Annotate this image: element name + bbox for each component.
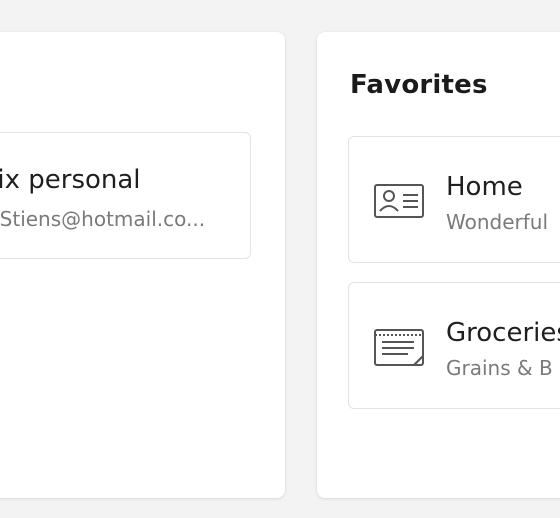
favorites-heading: Favorites: [350, 70, 488, 100]
accounts-panel: flix personal e.Stiens@hotmail.co...: [0, 32, 285, 498]
account-card[interactable]: flix personal e.Stiens@hotmail.co...: [0, 132, 251, 259]
contact-card-icon: [374, 181, 424, 221]
app-window: flix personal e.Stiens@hotmail.co... Fav…: [0, 0, 560, 518]
favorites-panel: Favorites Home Wonderful Groceries Grain…: [317, 32, 560, 498]
favorite-item-title: Home: [446, 172, 523, 202]
account-card-email: e.Stiens@hotmail.co...: [0, 207, 206, 231]
note-icon: [374, 327, 424, 367]
favorite-item-subtitle: Wonderful: [446, 210, 549, 234]
favorite-item-subtitle: Grains & B: [446, 356, 553, 380]
favorite-item-title: Groceries: [446, 318, 560, 348]
favorite-item-groceries[interactable]: Groceries Grains & B: [348, 282, 560, 409]
account-card-title: flix personal: [0, 165, 141, 195]
favorite-item-home[interactable]: Home Wonderful: [348, 136, 560, 263]
